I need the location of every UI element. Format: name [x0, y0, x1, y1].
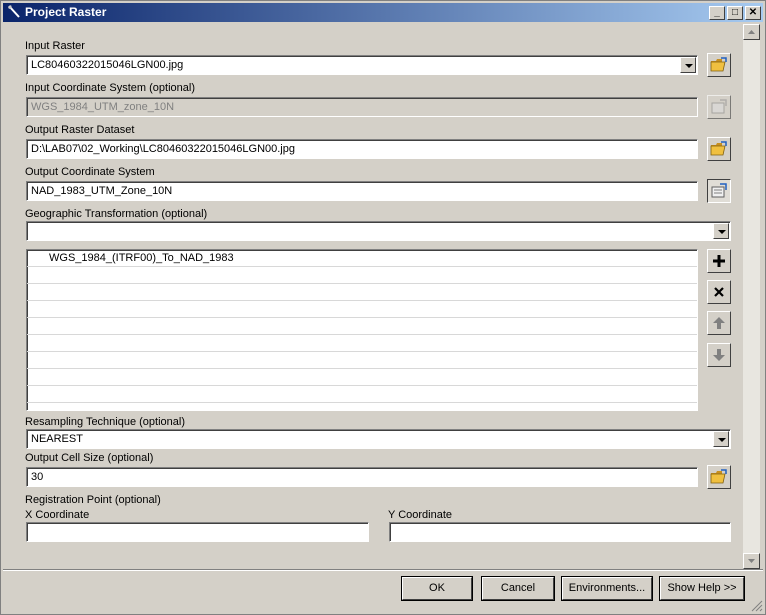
input-raster-browse-button[interactable]	[707, 53, 731, 77]
input-coordinate-system-button	[707, 95, 731, 119]
hammer-tool-icon	[8, 5, 20, 18]
move-up-button[interactable]	[707, 311, 731, 335]
arrow-up-icon	[713, 317, 725, 329]
vertical-scrollbar[interactable]	[743, 24, 760, 569]
input-coordinate-system-label: Input Coordinate System (optional)	[25, 82, 195, 94]
output-coordinate-system-input[interactable]: NAD_1983_UTM_Zone_10N	[26, 181, 698, 201]
close-button[interactable]: ✕	[745, 6, 761, 20]
list-item-empty[interactable]	[27, 335, 697, 352]
input-coordinate-system-value: WGS_1984_UTM_zone_10N	[31, 101, 175, 113]
transformation-item: WGS_1984_(ITRF00)_To_NAD_1983	[49, 252, 234, 264]
output-cell-size-browse-button[interactable]	[707, 465, 731, 489]
input-raster-value: LC80460322015046LGN00.jpg	[31, 59, 184, 71]
scroll-up-button[interactable]	[743, 24, 760, 40]
output-coordinate-system-value: NAD_1983_UTM_Zone_10N	[31, 185, 173, 197]
list-item-empty[interactable]	[27, 318, 697, 335]
output-raster-dataset-input[interactable]: D:\LAB07\02_Working\LC80460322015046LGN0…	[26, 139, 698, 159]
tool-parameters-panel: Input Raster LC80460322015046LGN00.jpg I…	[5, 24, 743, 569]
output-raster-dataset-label: Output Raster Dataset	[25, 124, 135, 136]
input-raster-dropdown[interactable]: LC80460322015046LGN00.jpg	[26, 55, 698, 75]
y-coordinate-label: Y Coordinate	[388, 509, 453, 521]
geographic-transformation-list[interactable]: WGS_1984_(ITRF00)_To_NAD_1983	[26, 249, 698, 411]
move-down-button[interactable]	[707, 343, 731, 367]
list-item-empty[interactable]	[27, 369, 697, 386]
minimize-button[interactable]: _	[709, 6, 725, 20]
cancel-button[interactable]: Cancel	[481, 576, 555, 601]
list-item-empty[interactable]	[27, 352, 697, 369]
chevron-down-icon[interactable]	[713, 223, 729, 239]
output-cell-size-label: Output Cell Size (optional)	[25, 452, 154, 464]
resampling-technique-dropdown[interactable]: NEAREST	[26, 429, 731, 449]
folder-open-icon	[710, 141, 727, 156]
remove-transformation-button[interactable]	[707, 280, 731, 304]
output-coordinate-system-button[interactable]	[707, 179, 731, 203]
output-raster-dataset-value: D:\LAB07\02_Working\LC80460322015046LGN0…	[31, 143, 295, 155]
arrow-up-icon	[748, 30, 755, 34]
resampling-technique-value: NEAREST	[31, 433, 83, 445]
minimize-icon: _	[714, 7, 720, 18]
resampling-technique-label: Resampling Technique (optional)	[25, 416, 186, 428]
footer-divider	[3, 569, 763, 571]
x-coordinate-input[interactable]	[26, 522, 369, 542]
chevron-down-icon[interactable]	[680, 57, 696, 73]
window-title: Project Raster	[25, 5, 107, 19]
registration-point-label: Registration Point (optional)	[25, 494, 161, 506]
scroll-down-button[interactable]	[743, 553, 760, 569]
x-icon	[714, 287, 724, 297]
arrow-down-icon	[748, 559, 755, 563]
folder-open-icon	[710, 57, 727, 72]
list-item-empty[interactable]	[27, 267, 697, 284]
project-raster-dialog: Project Raster _ □ ✕ Input Raster LC8046…	[0, 0, 766, 615]
geographic-transformation-dropdown[interactable]	[26, 221, 731, 241]
input-raster-label: Input Raster	[25, 40, 85, 52]
maximize-button[interactable]: □	[727, 6, 743, 20]
list-item-empty[interactable]	[27, 284, 697, 301]
arrow-down-icon	[713, 349, 725, 361]
output-cell-size-input[interactable]: 30	[26, 467, 698, 487]
maximize-icon: □	[731, 7, 739, 18]
output-raster-browse-button[interactable]	[707, 137, 731, 161]
show-help-button[interactable]: Show Help >>	[659, 576, 745, 601]
ok-button[interactable]: OK	[401, 576, 473, 601]
output-coordinate-system-label: Output Coordinate System	[25, 166, 155, 178]
environments-button[interactable]: Environments...	[561, 576, 653, 601]
close-icon: ✕	[748, 7, 758, 18]
x-coordinate-label: X Coordinate	[25, 509, 90, 521]
list-item-empty[interactable]	[27, 301, 697, 318]
list-item-empty[interactable]	[27, 386, 697, 403]
input-coordinate-system-field: WGS_1984_UTM_zone_10N	[26, 97, 698, 117]
title-bar[interactable]: Project Raster _ □ ✕	[3, 3, 763, 22]
output-cell-size-value: 30	[31, 471, 44, 483]
y-coordinate-input[interactable]	[389, 522, 731, 542]
chevron-down-icon[interactable]	[713, 431, 729, 447]
folder-open-icon	[710, 469, 727, 484]
add-transformation-button[interactable]	[707, 249, 731, 273]
resize-grip-icon[interactable]	[751, 600, 763, 612]
list-item[interactable]: WGS_1984_(ITRF00)_To_NAD_1983	[27, 250, 697, 267]
spatial-reference-icon	[711, 99, 727, 114]
plus-icon	[713, 255, 725, 267]
geographic-transformation-label: Geographic Transformation (optional)	[25, 208, 208, 220]
spatial-reference-icon	[711, 183, 727, 198]
